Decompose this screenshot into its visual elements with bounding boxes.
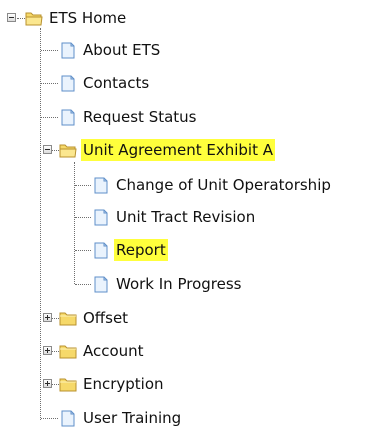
tree-connector <box>41 418 58 419</box>
tree-connector <box>41 50 58 51</box>
tree-node-label: Request Status <box>83 108 197 126</box>
tree-connector <box>52 318 59 319</box>
folder-icon <box>59 345 77 358</box>
tree-node-report[interactable]: Report <box>92 239 168 261</box>
tree-node-work-in-progress[interactable]: Work In Progress <box>92 273 243 295</box>
tree-connector <box>75 185 91 186</box>
tree-node-user-training[interactable]: User Training <box>59 407 183 429</box>
tree-connector <box>75 217 91 218</box>
page-icon <box>94 177 108 193</box>
page-icon <box>94 276 108 292</box>
expand-toggle-icon[interactable] <box>43 313 52 322</box>
tree-node-offset[interactable]: Offset <box>59 307 130 329</box>
navigation-tree: ETS Home About ETS Contacts Request Stat… <box>0 0 389 428</box>
expand-toggle-icon[interactable] <box>43 346 52 355</box>
tree-connector <box>52 150 59 151</box>
tree-connector <box>52 351 59 352</box>
tree-node-encryption[interactable]: Encryption <box>59 373 166 395</box>
tree-connector <box>52 384 59 385</box>
page-icon <box>94 209 108 225</box>
tree-node-about-ets[interactable]: About ETS <box>59 39 162 61</box>
tree-connector <box>75 250 91 251</box>
collapse-toggle-icon[interactable] <box>7 13 16 22</box>
folder-open-icon <box>25 12 43 25</box>
folder-icon <box>59 378 77 391</box>
tree-node-label: Unit Tract Revision <box>116 208 256 226</box>
tree-node-label: Encryption <box>83 375 164 393</box>
page-icon <box>61 109 75 125</box>
tree-node-ets-home[interactable]: ETS Home <box>25 7 128 29</box>
tree-node-label: Offset <box>83 309 129 327</box>
tree-node-label: ETS Home <box>49 9 127 27</box>
tree-node-label: Contacts <box>83 74 150 92</box>
tree-node-request-status[interactable]: Request Status <box>59 106 199 128</box>
folder-icon <box>59 312 77 325</box>
tree-node-unit-agreement-exhibit-a[interactable]: Unit Agreement Exhibit A <box>59 139 276 161</box>
tree-node-label: Change of Unit Operatorship <box>116 176 331 194</box>
tree-node-label: Unit Agreement Exhibit A <box>81 139 276 161</box>
tree-connector <box>75 284 91 285</box>
tree-connector <box>41 117 58 118</box>
page-icon <box>61 410 75 426</box>
tree-connector <box>41 83 58 84</box>
tree-node-account[interactable]: Account <box>59 340 146 362</box>
folder-open-icon <box>59 144 77 157</box>
tree-node-unit-tract-revision[interactable]: Unit Tract Revision <box>92 206 257 228</box>
page-icon <box>94 242 108 258</box>
page-icon <box>61 75 75 91</box>
tree-node-label: User Training <box>83 409 182 427</box>
tree-node-label: About ETS <box>83 41 161 59</box>
collapse-toggle-icon[interactable] <box>43 145 52 154</box>
tree-connector <box>40 28 41 420</box>
tree-node-label: Report <box>114 239 168 261</box>
tree-node-label: Account <box>83 342 144 360</box>
tree-node-change-of-unit-operatorship[interactable]: Change of Unit Operatorship <box>92 174 333 196</box>
tree-connector <box>17 18 25 19</box>
tree-connector <box>74 162 75 284</box>
tree-node-label: Work In Progress <box>116 275 242 293</box>
page-icon <box>61 42 75 58</box>
tree-node-contacts[interactable]: Contacts <box>59 72 151 94</box>
expand-toggle-icon[interactable] <box>43 379 52 388</box>
